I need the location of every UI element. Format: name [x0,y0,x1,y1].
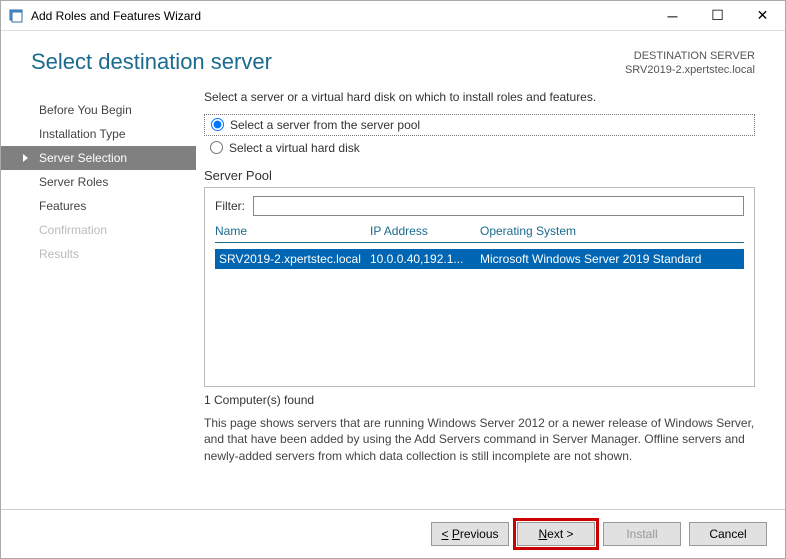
destination-info: DESTINATION SERVER SRV2019-2.xpertstec.l… [625,49,755,78]
install-button: Install [603,522,681,546]
filter-label: Filter: [215,199,245,213]
maximize-button[interactable]: ☐ [695,1,740,30]
cell-ip: 10.0.0.40,192.1... [370,252,480,266]
cell-name: SRV2019-2.xpertstec.local [215,252,370,266]
minimize-button[interactable]: ─ [650,1,695,30]
server-table: Name IP Address Operating System SRV2019… [215,224,744,386]
description-text: This page shows servers that are running… [204,415,755,465]
sidebar-item-server-selection[interactable]: Server Selection [1,146,196,170]
sidebar-item-confirmation: Confirmation [1,218,196,242]
server-pool-title: Server Pool [204,168,755,183]
titlebar: Add Roles and Features Wizard ─ ☐ ✕ [1,1,785,31]
sidebar-item-before-you-begin[interactable]: Before You Begin [1,98,196,122]
sidebar-item-installation-type[interactable]: Installation Type [1,122,196,146]
next-button[interactable]: Next > [517,522,595,546]
cell-os: Microsoft Windows Server 2019 Standard [480,252,744,266]
destination-label: DESTINATION SERVER [625,49,755,63]
radio-vhd-label: Select a virtual hard disk [229,141,360,155]
col-header-name[interactable]: Name [215,224,370,238]
destination-value: SRV2019-2.xpertstec.local [625,63,755,77]
sidebar-item-features[interactable]: Features [1,194,196,218]
footer: < Previous Next > Install Cancel [1,509,785,558]
col-header-ip[interactable]: IP Address [370,224,480,238]
titlebar-text: Add Roles and Features Wizard [31,9,650,23]
cancel-button[interactable]: Cancel [689,522,767,546]
sidebar: Before You Begin Installation Type Serve… [1,90,196,509]
filter-input[interactable] [253,196,744,216]
server-pool-box: Filter: Name IP Address Operating System… [204,187,755,387]
table-header: Name IP Address Operating System [215,224,744,243]
main-panel: Select a server or a virtual hard disk o… [196,90,785,509]
col-header-os[interactable]: Operating System [480,224,744,238]
app-icon [9,8,25,24]
sidebar-item-server-roles[interactable]: Server Roles [1,170,196,194]
computer-count: 1 Computer(s) found [204,393,755,407]
sidebar-item-results: Results [1,242,196,266]
radio-server-pool-input[interactable] [211,118,224,131]
previous-button[interactable]: < Previous [431,522,509,546]
radio-vhd[interactable]: Select a virtual hard disk [204,138,755,158]
radio-server-pool-label: Select a server from the server pool [230,118,420,132]
radio-server-pool[interactable]: Select a server from the server pool [211,118,748,132]
page-title: Select destination server [31,49,272,78]
table-row[interactable]: SRV2019-2.xpertstec.local 10.0.0.40,192.… [215,249,744,269]
radio-vhd-input[interactable] [210,141,223,154]
close-button[interactable]: ✕ [740,1,785,30]
window-controls: ─ ☐ ✕ [650,1,785,30]
instruction-text: Select a server or a virtual hard disk o… [204,90,755,104]
